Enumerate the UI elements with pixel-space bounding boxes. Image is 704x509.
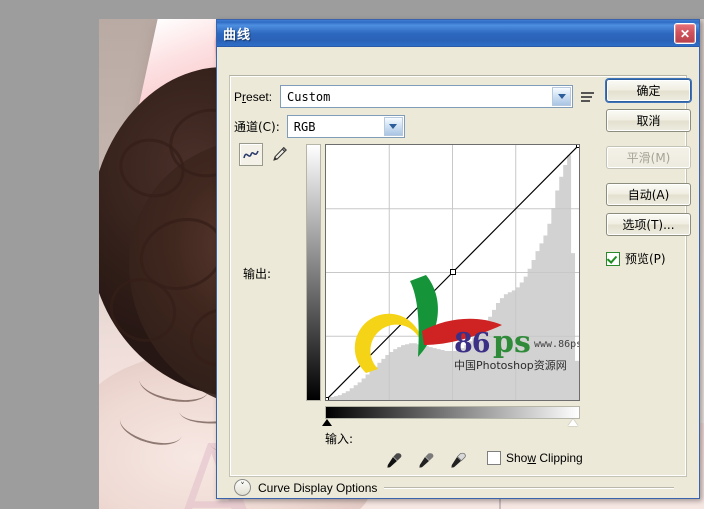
curve-graph[interactable]: 86 ps www.86ps.com 中国Photoshop资源网	[325, 144, 580, 401]
options-button[interactable]: 选项(T)...	[606, 213, 691, 236]
eyedropper-group	[385, 451, 467, 474]
curve-graph-svg	[326, 145, 579, 400]
checkbox-box[interactable]	[487, 451, 501, 465]
set-white-point-eyedropper[interactable]	[449, 451, 467, 474]
set-gray-point-eyedropper[interactable]	[417, 451, 435, 474]
section-divider	[384, 486, 674, 489]
dialog-button-column: 确定 取消 平滑(M) 自动(A) 选项(T)... 预览(P)	[606, 79, 691, 267]
auto-button[interactable]: 自动(A)	[606, 183, 691, 206]
black-point-marker[interactable]	[322, 419, 332, 426]
pencil-icon[interactable]	[268, 144, 290, 165]
channel-value: RGB	[293, 119, 316, 134]
channel-row: 通道(C): RGB	[234, 115, 405, 138]
chevron-down-icon[interactable]	[552, 87, 572, 106]
curve-display-options-label: Curve Display Options	[258, 480, 378, 495]
curve-control-point[interactable]	[450, 269, 456, 275]
preset-value: Custom	[287, 89, 331, 104]
show-clipping-checkbox[interactable]: Show Clipping	[487, 451, 583, 465]
close-icon[interactable]: ✕	[674, 23, 696, 44]
preview-label: 预览(P)	[625, 252, 666, 266]
white-point-marker[interactable]	[568, 419, 578, 426]
screen: A 思缘设计论坛 WWW.MISSYUAN.COM 曲线 ✕ Preset: C…	[0, 0, 704, 509]
output-gradient-bar	[306, 144, 321, 401]
preset-options-icon[interactable]	[581, 89, 597, 105]
channel-label: 通道(C):	[234, 120, 280, 134]
curve-control-point[interactable]	[576, 145, 580, 148]
curve-display-options-toggle[interactable]: ˅ Curve Display Options	[234, 479, 674, 496]
preset-row: Preset: Custom	[234, 85, 597, 108]
input-gradient-bar	[325, 406, 580, 419]
smooth-button: 平滑(M)	[606, 146, 691, 169]
show-clipping-label: Show Clipping	[506, 451, 583, 465]
dialog-titlebar[interactable]: 曲线 ✕	[217, 20, 699, 47]
dialog-body: Preset: Custom 通道(C): RGB 86 ps www.86p …	[217, 47, 699, 498]
chevron-down-icon[interactable]: ˅	[234, 479, 251, 496]
curve-draw-icon[interactable]	[239, 143, 263, 166]
output-label: 输出:	[243, 267, 272, 281]
dialog-title: 曲线	[223, 27, 252, 43]
ok-button[interactable]: 确定	[606, 79, 691, 102]
set-black-point-eyedropper[interactable]	[385, 451, 403, 474]
cancel-button[interactable]: 取消	[606, 109, 691, 132]
curves-dialog: 曲线 ✕ Preset: Custom 通道(C): RGB 86 ps www…	[216, 19, 700, 499]
preview-checkbox[interactable]: 预览(P)	[606, 250, 691, 267]
curve-tool-group	[239, 143, 290, 166]
checkbox-box[interactable]	[606, 251, 620, 266]
channel-select[interactable]: RGB	[286, 115, 405, 138]
chevron-down-icon[interactable]	[383, 117, 403, 136]
input-label: 输入:	[325, 432, 354, 446]
curve-graph-area: 86 ps www.86ps.com 中国Photoshop资源网	[306, 144, 580, 426]
preset-label: Preset:	[234, 89, 273, 104]
preset-select[interactable]: Custom	[280, 85, 574, 108]
curve-control-point[interactable]	[326, 397, 329, 401]
